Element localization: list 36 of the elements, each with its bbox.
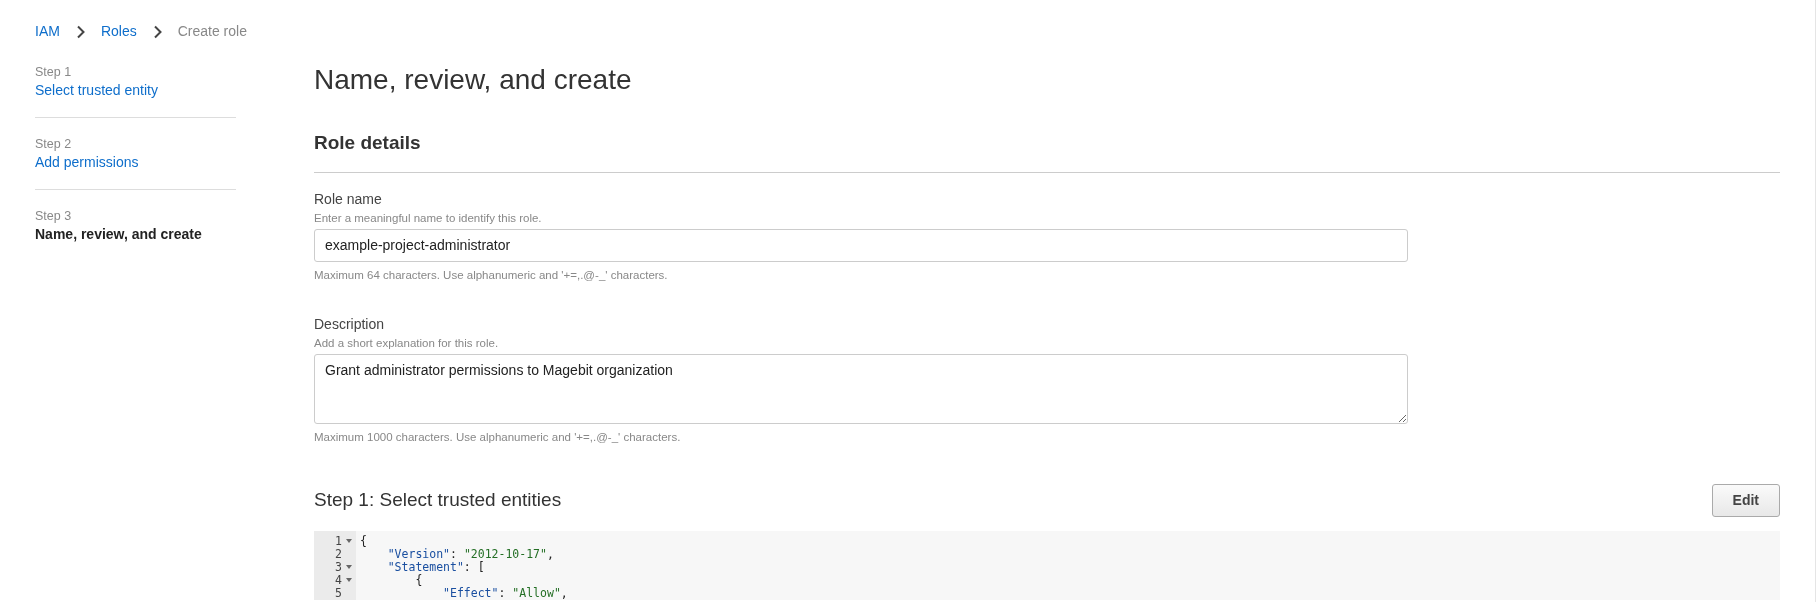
line-number: 4 bbox=[335, 573, 342, 587]
field-constraint: Maximum 1000 characters. Use alphanumeric and '+=,.@-_' characters. bbox=[314, 429, 682, 444]
role-name-input[interactable]: example-project-administrator bbox=[314, 228, 1408, 262]
fold-caret-icon[interactable] bbox=[346, 565, 352, 570]
section-heading: Step 1: Select trusted entities bbox=[314, 488, 562, 513]
section-title: Role details bbox=[314, 132, 1780, 173]
chevron-right-icon bbox=[75, 24, 85, 39]
line-number: 2 bbox=[335, 547, 342, 561]
breadcrumb-link[interactable]: Roles bbox=[100, 21, 137, 42]
breadcrumb-current: Create role bbox=[177, 22, 247, 41]
code-line: { bbox=[414, 573, 424, 587]
fold-caret-icon[interactable] bbox=[346, 539, 352, 544]
field-label: Role name bbox=[314, 190, 383, 207]
edit-button[interactable]: Edit bbox=[1711, 483, 1780, 517]
step-link[interactable]: Select trusted entity bbox=[35, 80, 236, 100]
step-number: Step 3 bbox=[35, 208, 73, 224]
description-textarea[interactable]: Grant administrator permissions to Magebit organization bbox=[314, 353, 1408, 424]
code-line: "Effect": "Allow", bbox=[442, 586, 569, 600]
field-label: Description bbox=[314, 315, 386, 332]
code-line: "Version": "2012-10-17", bbox=[386, 547, 555, 561]
line-number: 3 bbox=[335, 560, 342, 574]
field-hint: Enter a meaningful name to identify this role. bbox=[314, 210, 543, 225]
step-number: Step 1 bbox=[35, 64, 73, 80]
step-number: Step 2 bbox=[35, 136, 73, 152]
breadcrumb-link[interactable]: IAM bbox=[35, 21, 60, 42]
code-line: { bbox=[360, 534, 368, 548]
field-hint: Add a short explanation for this role. bbox=[314, 335, 500, 350]
code-line: "Statement": [ bbox=[386, 560, 486, 574]
fold-caret-icon[interactable] bbox=[346, 578, 352, 583]
line-number: 1 bbox=[335, 534, 342, 548]
line-number: 5 bbox=[335, 586, 342, 600]
chevron-right-icon bbox=[152, 24, 162, 39]
page-title: Name, review, and create bbox=[314, 63, 633, 97]
field-constraint: Maximum 64 characters. Use alphanumeric and '+=,.@-_' characters. bbox=[314, 267, 669, 282]
step-title: Name, review, and create bbox=[35, 225, 203, 244]
step-link[interactable]: Add permissions bbox=[35, 152, 236, 172]
